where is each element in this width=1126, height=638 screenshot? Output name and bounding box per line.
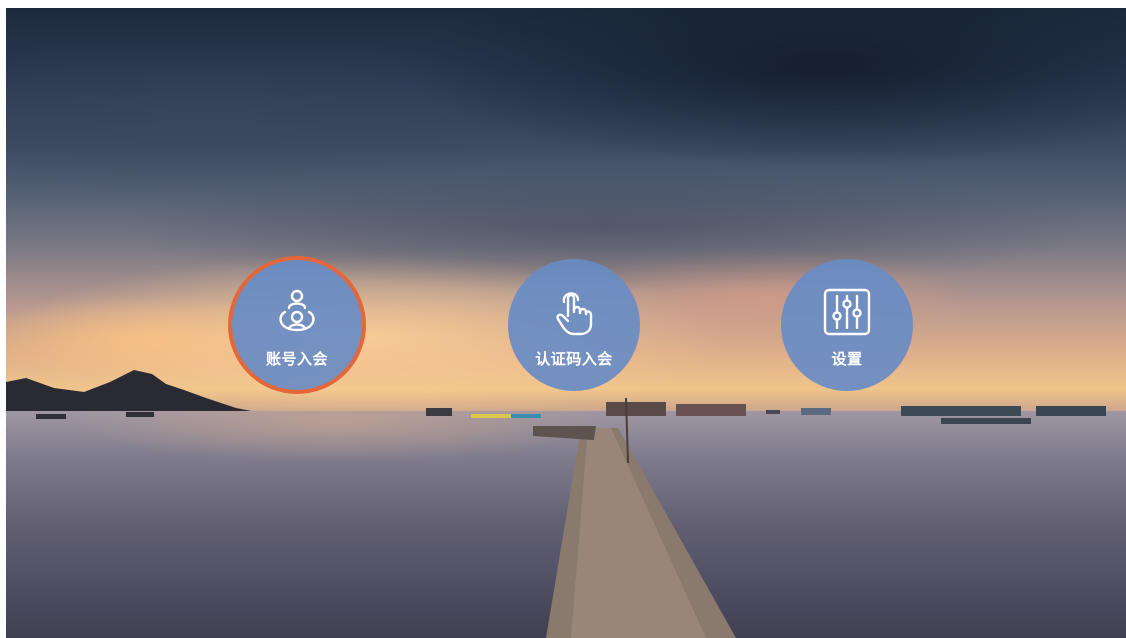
settings-label: 设置 — [831, 349, 863, 368]
main-menu: 账号入会 认证码入会 设置 — [6, 8, 1126, 638]
auth-code-join-button[interactable]: 认证码入会 — [508, 259, 640, 391]
touch-hand-icon — [556, 291, 593, 335]
account-join-label: 账号入会 — [265, 349, 328, 368]
settings-button[interactable]: 设置 — [781, 259, 913, 391]
account-users-icon — [279, 289, 315, 331]
sliders-icon — [823, 288, 871, 335]
auth-code-join-label: 认证码入会 — [535, 349, 613, 368]
home-screen: 账号入会 认证码入会 设置 — [6, 8, 1126, 638]
account-join-button[interactable]: 账号入会 — [228, 256, 366, 394]
